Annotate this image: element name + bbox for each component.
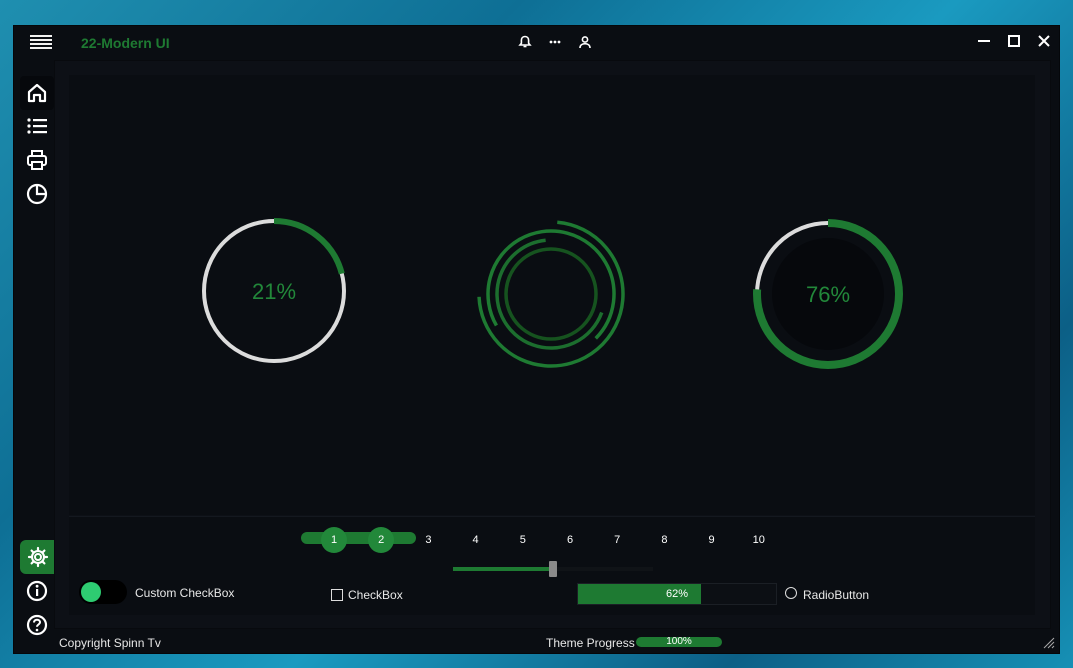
page-9[interactable]: 9 bbox=[699, 527, 725, 553]
user-icon[interactable] bbox=[573, 30, 597, 54]
controls-panel: 1 2 3 4 5 6 7 8 9 10 Custom CheckBox CheckBox 62%… bbox=[69, 516, 1035, 615]
bell-icon[interactable] bbox=[513, 30, 537, 54]
minimize-icon[interactable] bbox=[969, 26, 999, 56]
settings-icon[interactable] bbox=[20, 540, 56, 574]
left-gauge-label: 21% bbox=[251, 279, 297, 304]
page-10[interactable]: 10 bbox=[746, 527, 772, 553]
page-4[interactable]: 4 bbox=[463, 527, 489, 553]
custom-checkbox-toggle[interactable] bbox=[79, 580, 127, 604]
checkbox[interactable] bbox=[331, 589, 343, 601]
info-icon[interactable] bbox=[20, 574, 54, 608]
radio-button[interactable] bbox=[785, 587, 797, 599]
checkbox-label[interactable]: CheckBox bbox=[348, 588, 403, 602]
page-2[interactable]: 2 bbox=[368, 527, 395, 553]
more-icon[interactable] bbox=[543, 30, 567, 54]
app-window: 22-Modern UI 21% 76% 1 2 3 4 5 6 7 8 9 1… bbox=[14, 26, 1059, 653]
page-3[interactable]: 3 bbox=[415, 527, 441, 553]
center-spinner bbox=[475, 218, 627, 370]
title-bar: 22-Modern UI bbox=[14, 26, 1059, 58]
theme-progress-label: Theme Progress bbox=[546, 636, 635, 650]
gauges-area: 21% 76% bbox=[69, 75, 1035, 515]
left-gauge: 21% bbox=[201, 218, 347, 364]
hamburger-menu-icon[interactable] bbox=[30, 33, 52, 51]
theme-progress-value: 100% bbox=[666, 636, 692, 647]
sidebar bbox=[18, 74, 56, 639]
app-title: 22-Modern UI bbox=[81, 35, 170, 51]
progress-label: 62% bbox=[665, 588, 689, 600]
radio-label[interactable]: RadioButton bbox=[803, 588, 869, 602]
toggle-knob bbox=[81, 582, 101, 602]
window-controls bbox=[969, 26, 1059, 56]
title-icons bbox=[513, 30, 597, 54]
page-8[interactable]: 8 bbox=[651, 527, 677, 553]
resize-grip-icon[interactable] bbox=[1043, 637, 1055, 649]
list-icon[interactable] bbox=[20, 109, 54, 143]
pager-track bbox=[301, 532, 416, 544]
close-icon[interactable] bbox=[1029, 26, 1059, 56]
slider-thumb[interactable] bbox=[549, 561, 557, 577]
status-bar: Copyright Spinn Tv Theme Progress 100% bbox=[14, 633, 1059, 653]
print-icon[interactable] bbox=[20, 143, 54, 177]
page-6[interactable]: 6 bbox=[557, 527, 583, 553]
theme-progress-bar: 100% bbox=[636, 636, 722, 647]
maximize-icon[interactable] bbox=[999, 26, 1029, 56]
page-5[interactable]: 5 bbox=[510, 527, 536, 553]
page-7[interactable]: 7 bbox=[604, 527, 630, 553]
slider[interactable] bbox=[453, 561, 653, 577]
progress-bar: 62% bbox=[577, 583, 777, 605]
slider-fill bbox=[453, 567, 553, 571]
pie-chart-icon[interactable] bbox=[20, 177, 54, 211]
page-1[interactable]: 1 bbox=[321, 527, 347, 553]
home-icon[interactable] bbox=[20, 76, 54, 110]
main-panel: 21% 76% 1 2 3 4 5 6 7 8 9 10 Custom Chec… bbox=[54, 60, 1051, 629]
right-gauge-label: 76% bbox=[805, 282, 851, 307]
right-gauge: 76% bbox=[752, 218, 904, 370]
toggle-label: Custom CheckBox bbox=[135, 586, 235, 600]
copyright-text: Copyright Spinn Tv bbox=[59, 636, 161, 650]
